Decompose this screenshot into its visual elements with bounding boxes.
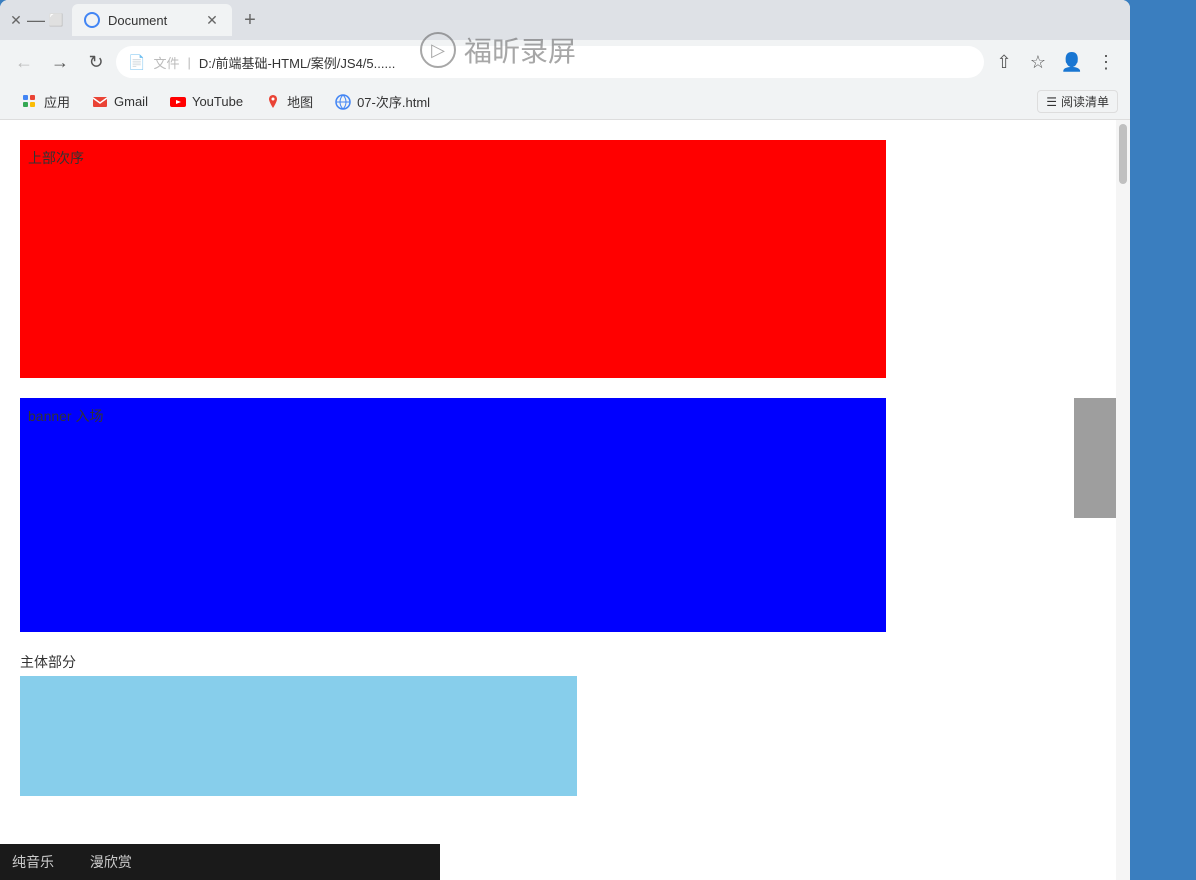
share-button[interactable]: ⇧ bbox=[988, 46, 1020, 78]
scrollbar-thumb[interactable] bbox=[1119, 124, 1127, 184]
taskbar-separator bbox=[70, 854, 74, 870]
header-label: 上部次序 bbox=[28, 148, 84, 168]
minimize-button[interactable]: — bbox=[28, 12, 44, 28]
apps-icon bbox=[22, 94, 38, 110]
window-controls: ✕ — ⬜ bbox=[8, 12, 64, 28]
address-bar[interactable]: 📄 文件 | D:/前端基础-HTML/案例/JS4/5...... bbox=[116, 46, 984, 78]
banner-label: banner 入场 bbox=[28, 406, 103, 426]
reload-button[interactable]: ↻ bbox=[80, 46, 112, 78]
youtube-icon bbox=[170, 94, 186, 110]
protocol-label: 文件 bbox=[153, 53, 179, 72]
address-separator: | bbox=[187, 55, 190, 70]
nav-right-icons: ⇧ ☆ 👤 ⋮ bbox=[988, 46, 1122, 78]
scrollbar-track[interactable] bbox=[1116, 120, 1130, 880]
header-section: 上部次序 bbox=[20, 140, 886, 378]
light-blue-box bbox=[20, 676, 577, 796]
bookmark-maps[interactable]: 地图 bbox=[255, 88, 323, 115]
bookmark-youtube[interactable]: YouTube bbox=[160, 90, 253, 114]
taskbar: 纯音乐 漫欣赏 bbox=[0, 844, 440, 880]
content-area[interactable]: 上部次序 banner 入场 主体部分 bbox=[0, 120, 1130, 880]
profile-button[interactable]: 👤 bbox=[1056, 46, 1088, 78]
reading-mode-button[interactable]: ☰ 阅读清单 bbox=[1037, 90, 1118, 113]
close-button[interactable]: ✕ bbox=[8, 12, 24, 28]
back-button[interactable]: ← bbox=[8, 46, 40, 78]
banner-section: banner 入场 bbox=[20, 398, 886, 632]
active-tab[interactable]: Document ✕ bbox=[72, 4, 232, 36]
bookmark-button[interactable]: ☆ bbox=[1022, 46, 1054, 78]
main-section-content: 主体部分 bbox=[20, 652, 886, 796]
desktop-right bbox=[1130, 0, 1196, 880]
maximize-button[interactable]: ⬜ bbox=[48, 12, 64, 28]
tab-close-button[interactable]: ✕ bbox=[204, 12, 220, 28]
title-bar: ✕ — ⬜ Document ✕ + bbox=[0, 0, 1130, 40]
menu-button[interactable]: ⋮ bbox=[1090, 46, 1122, 78]
maps-label: 地图 bbox=[287, 92, 313, 111]
bookmarks-bar: 应用 Gmail YouTube 地图 bbox=[0, 84, 1130, 120]
page-content: 上部次序 banner 入场 主体部分 bbox=[0, 120, 1130, 816]
nav-bar: ← → ↻ 📄 文件 | D:/前端基础-HTML/案例/JS4/5......… bbox=[0, 40, 1130, 84]
lock-icon: 📄 bbox=[128, 54, 145, 71]
maps-icon bbox=[265, 94, 281, 110]
scrolled-content-overlay bbox=[1074, 398, 1116, 518]
forward-button[interactable]: → bbox=[44, 46, 76, 78]
bookmark-gmail[interactable]: Gmail bbox=[82, 90, 158, 114]
address-url: D:/前端基础-HTML/案例/JS4/5...... bbox=[199, 53, 972, 72]
globe-icon bbox=[335, 94, 351, 110]
taskbar-item-2: 漫欣赏 bbox=[90, 852, 132, 872]
bookmark-page[interactable]: 07-次序.html bbox=[325, 88, 440, 115]
main-box-wrapper: 主体部分 bbox=[20, 652, 577, 796]
page-label: 07-次序.html bbox=[357, 92, 430, 111]
tab-favicon bbox=[84, 12, 100, 28]
main-label: 主体部分 bbox=[20, 652, 577, 672]
tab-bar: Document ✕ + bbox=[72, 4, 1122, 36]
bookmark-apps[interactable]: 应用 bbox=[12, 88, 80, 115]
main-section: 主体部分 bbox=[20, 652, 886, 796]
red-box: 上部次序 bbox=[20, 140, 886, 378]
reading-mode-label: 阅读清单 bbox=[1061, 93, 1109, 110]
apps-label: 应用 bbox=[44, 92, 70, 111]
taskbar-item-1: 纯音乐 bbox=[12, 852, 54, 872]
gmail-icon bbox=[92, 94, 108, 110]
gmail-label: Gmail bbox=[114, 94, 148, 109]
browser-window: ✕ — ⬜ Document ✕ + ← → ↻ 📄 文件 | D:/前端基础-… bbox=[0, 0, 1130, 880]
new-tab-button[interactable]: + bbox=[236, 6, 264, 34]
blue-box: banner 入场 bbox=[20, 398, 886, 632]
tab-title: Document bbox=[108, 13, 196, 28]
youtube-label: YouTube bbox=[192, 94, 243, 109]
reading-mode-icon: ☰ bbox=[1046, 95, 1057, 109]
